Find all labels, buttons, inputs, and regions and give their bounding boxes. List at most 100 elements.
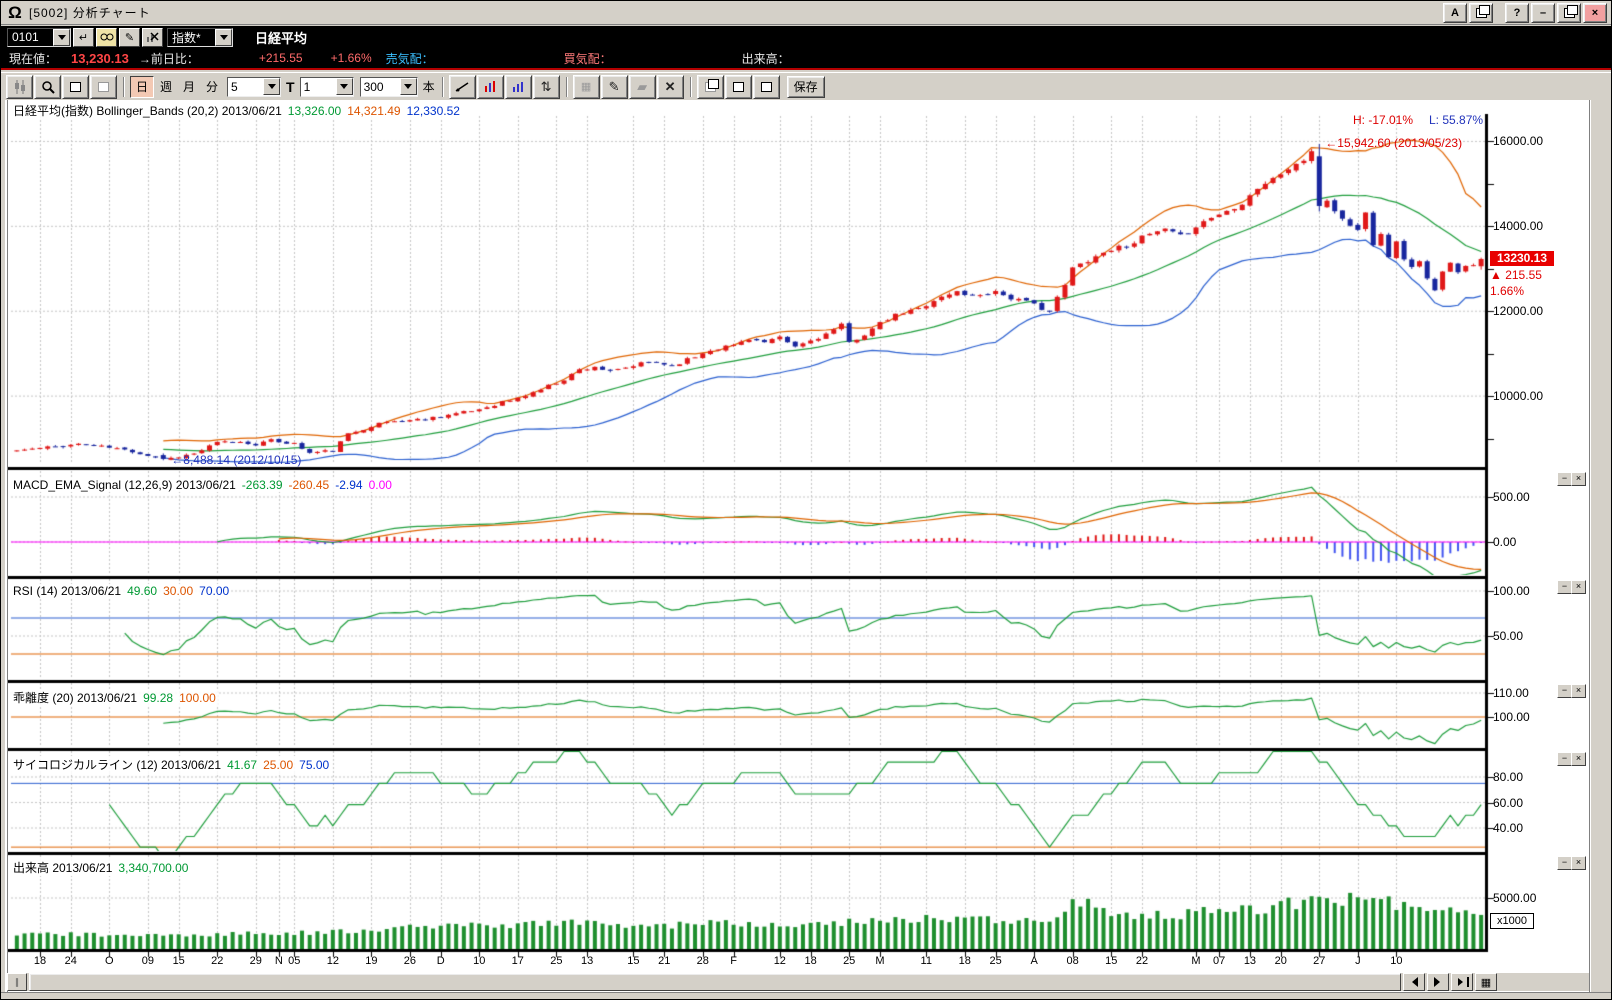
indicator-add-button[interactable] [477, 75, 504, 99]
ma-select[interactable]: 5 [227, 77, 281, 97]
grid-button[interactable]: ▦ [573, 75, 600, 99]
panel-close-button[interactable]: × [1571, 684, 1586, 698]
x-axis-label: 08 [1062, 955, 1084, 967]
indicator-value: 12,330.52 [407, 104, 460, 118]
page-restore-button[interactable] [90, 75, 117, 99]
bars-blue-icon [512, 80, 525, 93]
x-axis-label: O [98, 955, 120, 967]
category-dropdown-arrow[interactable] [215, 29, 232, 46]
hscroll-thumb[interactable] [29, 973, 1401, 991]
sort-button[interactable]: ⇅ [533, 75, 560, 99]
period-day-button[interactable]: 日 [130, 76, 154, 98]
x-axis-label: 26 [399, 955, 421, 967]
indicator-value: 13,326.00 [288, 104, 341, 118]
indicator-sub-button[interactable] [505, 75, 532, 99]
period-minute-button[interactable]: 分 [201, 77, 223, 97]
y-axis-label: 5000.00 [1493, 891, 1536, 905]
copy-icon [1476, 8, 1487, 18]
symbol-code-input[interactable]: 0101 [7, 28, 71, 47]
y-axis-label: 12000.00 [1493, 304, 1543, 318]
interval-dropdown-arrow[interactable] [336, 78, 353, 95]
x-axis-label: 15 [168, 955, 190, 967]
zoom-button[interactable] [34, 75, 61, 99]
panel-close-button[interactable]: × [1571, 472, 1586, 486]
bars-dropdown-arrow[interactable] [400, 78, 417, 95]
panel-minimize-button[interactable]: − [1557, 472, 1572, 486]
symbol-enter-button[interactable]: ↵ [73, 28, 94, 47]
copy-window-button[interactable] [1469, 3, 1493, 23]
panel-close-button[interactable]: × [1571, 580, 1586, 594]
template-save-button[interactable] [753, 75, 780, 99]
panel-close-button[interactable]: × [1571, 856, 1586, 870]
window-right-border [1589, 100, 1612, 1000]
trendline-button[interactable] [449, 75, 476, 99]
candlestick-icon [13, 80, 27, 94]
save-button[interactable]: 保存 [787, 76, 825, 98]
font-size-button[interactable]: A [1443, 3, 1467, 23]
period-month-button[interactable]: 月 [178, 77, 200, 97]
right-arrow-icon [1458, 978, 1467, 986]
interval-select[interactable]: 1 [300, 77, 354, 97]
x-axis-label: 11 [915, 955, 937, 967]
enter-icon: ↵ [79, 31, 88, 44]
x-axis-label: M [869, 955, 891, 967]
x-axis-label: 22 [206, 955, 228, 967]
ma-dropdown-arrow[interactable] [263, 78, 280, 95]
symbol-memo-button[interactable]: ✎ [119, 28, 140, 47]
y-axis-label: 60.00 [1493, 796, 1523, 810]
y-axis-label: 100.00 [1493, 710, 1530, 724]
x-axis-label: J [1347, 955, 1369, 967]
binoculars-icon [100, 32, 114, 42]
chart-clear-icon [146, 32, 159, 43]
x-axis-label: 27 [1308, 955, 1330, 967]
change-label: →前日比： [139, 50, 199, 67]
pencil-icon: ✎ [609, 79, 620, 95]
panel-minimize-button[interactable]: − [1557, 856, 1572, 870]
scroll-left-button[interactable] [1403, 973, 1425, 991]
symbol-code-dropdown-arrow[interactable] [53, 29, 70, 46]
y-axis-label: 80.00 [1493, 770, 1523, 784]
copy-chart-button[interactable] [697, 75, 724, 99]
candle-style-button[interactable] [6, 75, 33, 99]
price-tag-change: ▲ 215.55 [1490, 268, 1542, 282]
template-load-button[interactable] [725, 75, 752, 99]
indicator-title: サイコロジカルライン (12) 2013/06/21 [13, 758, 221, 772]
indicator-title: MACD_EMA_Signal (12,26,9) 2013/06/21 [13, 478, 236, 492]
layout-button[interactable]: ▦ [1475, 973, 1497, 991]
indicator-value: 75.00 [299, 758, 329, 772]
indicator-value: -2.94 [335, 478, 362, 492]
grid-icon: ▦ [581, 80, 591, 93]
category-value: 指数* [168, 29, 210, 46]
panel-minimize-button[interactable]: − [1557, 752, 1572, 766]
symbol-name: 日経平均 [255, 28, 307, 47]
change-value: +215.55 [259, 51, 303, 65]
indicator-value: 30.00 [163, 584, 193, 598]
panel-close-button[interactable]: × [1571, 752, 1586, 766]
close-button[interactable]: × [1583, 3, 1607, 23]
window-left-border [1, 100, 8, 1000]
symbol-search-button[interactable] [96, 28, 117, 47]
symbol-clear-button[interactable] [142, 28, 163, 47]
minimize-button[interactable]: – [1531, 3, 1555, 23]
price-tag-percent: 1.66% [1490, 284, 1524, 298]
scroll-end-button[interactable] [1451, 973, 1473, 991]
delete-drawing-button[interactable]: ✕ [657, 75, 684, 99]
panel-header-main: 日経平均(指数) Bollinger_Bands (20,2) 2013/06/… [11, 102, 462, 119]
chart-hscrollbar[interactable]: ∥ ▦ [7, 973, 1589, 991]
eraser-button[interactable]: ▰ [629, 75, 656, 99]
app-window: Ω [5002] 分析チャート A ? – × 0101 ↵ ✎ 指数* 日経平… [0, 0, 1612, 1000]
splitter-grip[interactable]: ∥ [7, 973, 27, 991]
period-week-button[interactable]: 週 [155, 77, 177, 97]
bars-select[interactable]: 300 [360, 77, 418, 97]
panel-minimize-button[interactable]: − [1557, 684, 1572, 698]
x-axis-label: 18 [29, 955, 51, 967]
panel-minimize-button[interactable]: − [1557, 580, 1572, 594]
y-axis-label: 14000.00 [1493, 219, 1543, 233]
x-axis-label: F [723, 955, 745, 967]
new-page-button[interactable] [62, 75, 89, 99]
draw-button[interactable]: ✎ [601, 75, 628, 99]
scroll-right-button[interactable] [1427, 973, 1449, 991]
category-select[interactable]: 指数* [167, 28, 233, 47]
restore-button[interactable] [1557, 3, 1581, 23]
help-button[interactable]: ? [1505, 3, 1529, 23]
